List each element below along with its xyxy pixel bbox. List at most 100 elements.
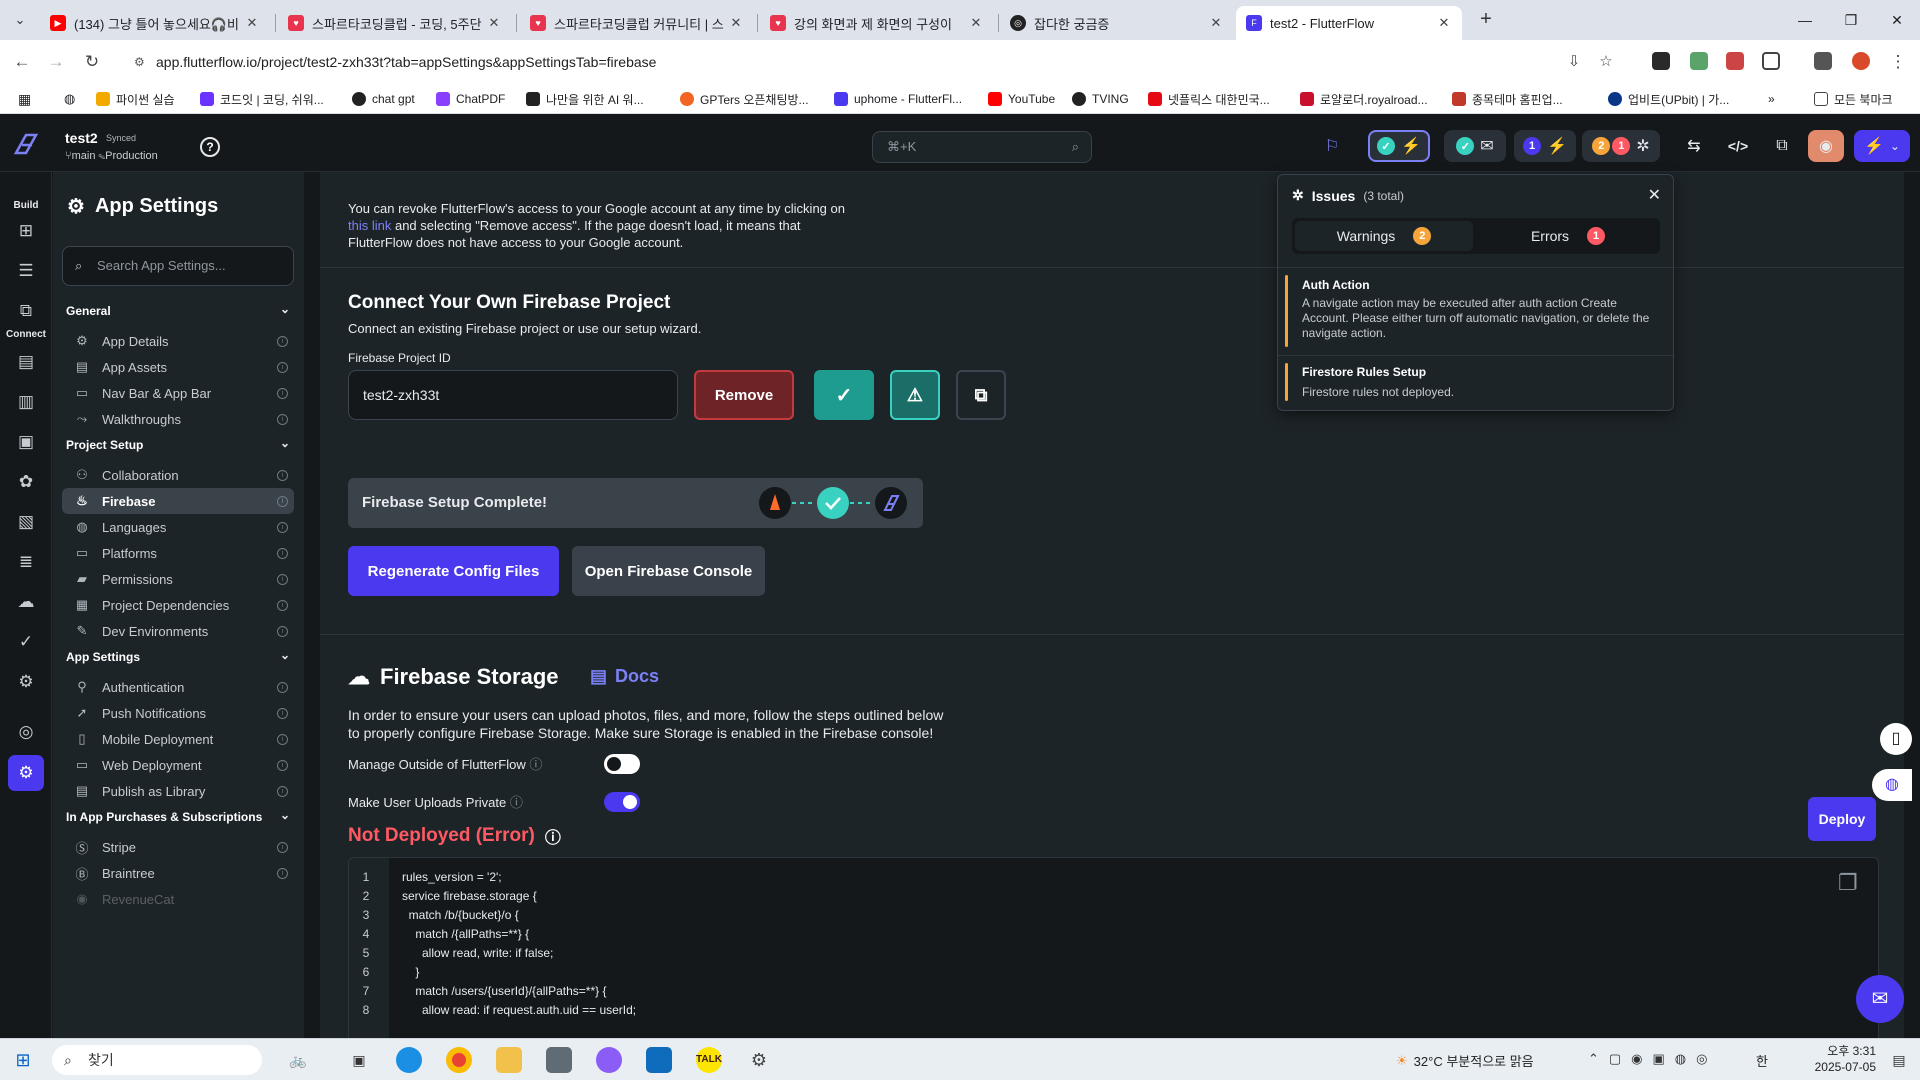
windows-start-icon[interactable]: ⊞: [10, 1047, 36, 1073]
app-state-icon[interactable]: ▣: [13, 429, 39, 455]
section-app-settings[interactable]: App Settings ⌄: [66, 648, 296, 664]
preview-eye-icon[interactable]: ◉: [1808, 130, 1844, 162]
test-icon[interactable]: ✓: [13, 629, 39, 655]
sidebar-item-authentication[interactable]: ⚲ Authentication i: [62, 674, 294, 700]
issues-button[interactable]: 2 1 ✲: [1582, 130, 1660, 162]
bookmark-item[interactable]: 업비트(UPbit) | 가...: [1608, 90, 1729, 108]
sidebar-item-mobile-deployment[interactable]: ▯ Mobile Deployment i: [62, 726, 294, 752]
copy-icon[interactable]: ❐: [1838, 870, 1864, 898]
info-icon[interactable]: i: [277, 681, 288, 693]
profile-avatar[interactable]: [1852, 52, 1870, 70]
sidebar-item-push-notifications[interactable]: ➚ Push Notifications i: [62, 700, 294, 726]
info-icon[interactable]: i: [277, 841, 288, 853]
verify-check-button[interactable]: ✓: [814, 370, 874, 420]
forward-icon[interactable]: →: [44, 50, 68, 74]
flutterflow-logo-icon[interactable]: [12, 131, 40, 157]
bookmark-item[interactable]: 종목테마 홈핀업...: [1452, 90, 1563, 108]
command-search-input[interactable]: ⌘+K ⌕: [872, 131, 1092, 163]
sidebar-item-permissions[interactable]: ▰ Permissions i: [62, 566, 294, 592]
docs-link[interactable]: ▤ Docs: [590, 666, 659, 687]
private-uploads-toggle[interactable]: [604, 792, 640, 812]
section-purchases[interactable]: In App Purchases & Subscriptions ⌄: [66, 808, 296, 824]
minimize-icon[interactable]: —: [1782, 0, 1828, 40]
info-icon[interactable]: i: [277, 785, 288, 797]
theme-icon[interactable]: ✿: [13, 469, 39, 495]
sidebar-item-nav-bar[interactable]: ▭ Nav Bar & App Bar i: [62, 380, 294, 406]
back-icon[interactable]: ←: [10, 50, 34, 74]
sidebar-item-revenuecat[interactable]: ◉ RevenueCat: [62, 886, 294, 912]
sidebar-item-app-details[interactable]: ⚙ App Details i: [62, 328, 294, 354]
info-icon[interactable]: i: [277, 867, 288, 879]
browser-tab[interactable]: ♥ 스파르타코딩클럽 - 코딩, 5주단 ✕: [278, 6, 512, 40]
bookmark-item[interactable]: chat gpt: [352, 90, 415, 108]
info-icon[interactable]: i: [277, 335, 288, 347]
tab-search-icon[interactable]: ⌄: [8, 8, 32, 32]
restore-icon[interactable]: ❐: [1828, 0, 1874, 40]
info-icon[interactable]: i: [277, 599, 288, 611]
cloud-functions-icon[interactable]: ☁: [13, 589, 39, 615]
sidebar-item-stripe[interactable]: Ⓢ Stripe i: [62, 834, 294, 860]
info-icon[interactable]: i: [277, 707, 288, 719]
sidebar-item-dev-environments[interactable]: ✎ Dev Environments i: [62, 618, 294, 644]
open-external-button[interactable]: ⧉: [956, 370, 1006, 420]
url-field[interactable]: ⚙ app.flutterflow.io/project/test2-zxh33…: [124, 46, 1613, 78]
media-assets-icon[interactable]: ▧: [13, 509, 39, 535]
ime-indicator[interactable]: 한: [1756, 1051, 1768, 1070]
setup-wizard-button[interactable]: ⚠: [890, 370, 940, 420]
close-tab-icon[interactable]: ✕: [486, 15, 502, 31]
outlook-icon[interactable]: [646, 1047, 672, 1073]
sidebar-item-collaboration[interactable]: ⚇ Collaboration i: [62, 462, 294, 488]
sidebar-item-project-dependencies[interactable]: ▦ Project Dependencies i: [62, 592, 294, 618]
clock[interactable]: 오후 3:31 2025-07-05: [1796, 1043, 1876, 1075]
close-window-icon[interactable]: ✕: [1874, 0, 1920, 40]
kakaotalk-icon[interactable]: TALK: [696, 1047, 722, 1073]
close-tab-icon[interactable]: ✕: [244, 15, 260, 31]
manage-outside-toggle[interactable]: [604, 754, 640, 774]
apps-grid-icon[interactable]: ▦: [18, 90, 31, 108]
info-icon[interactable]: i: [277, 733, 288, 745]
api-calls-icon[interactable]: ▥: [13, 389, 39, 415]
feedback-icon[interactable]: ⚐: [1316, 130, 1348, 162]
notifications-button[interactable]: 1 ⚡: [1514, 130, 1576, 162]
deploy-button[interactable]: Deploy: [1808, 797, 1876, 841]
bookmark-item[interactable]: 코드잇 | 코딩, 쉬워...: [200, 90, 324, 108]
bookmark-item[interactable]: ChatPDF: [436, 90, 505, 108]
bookmark-item[interactable]: uphome - FlutterFl...: [834, 90, 962, 108]
extension-icon[interactable]: [1726, 52, 1744, 70]
issue-item[interactable]: Auth Action A navigate action may be exe…: [1285, 275, 1668, 347]
browser-tab[interactable]: ♥ 스파르타코딩클럽 커뮤니티 | 스 ✕: [520, 6, 754, 40]
more-bookmarks-icon[interactable]: »: [1768, 90, 1775, 108]
sidebar-item-app-assets[interactable]: ▤ App Assets i: [62, 354, 294, 380]
widget-tree-icon[interactable]: ☰: [13, 258, 39, 284]
agents-icon[interactable]: ⚙: [13, 669, 39, 695]
chrome-icon[interactable]: [446, 1047, 472, 1073]
close-tab-icon[interactable]: ✕: [1208, 15, 1224, 31]
browser-tab-active[interactable]: F test2 - FlutterFlow ✕: [1236, 6, 1462, 40]
firebase-project-id-input[interactable]: test2-zxh33t: [348, 370, 678, 420]
custom-code-icon[interactable]: ≣: [13, 549, 39, 575]
close-tab-icon[interactable]: ✕: [968, 15, 984, 31]
browser-tab[interactable]: ◎ 잡다한 궁금증 ✕: [1000, 6, 1234, 40]
browser-tab[interactable]: ♥ 강의 화면과 제 화면의 구성이 ✕: [760, 6, 994, 40]
close-tab-icon[interactable]: ✕: [1436, 15, 1452, 31]
bookmark-item[interactable]: 넷플릭스 대한민국...: [1148, 90, 1270, 108]
branch-merge-icon[interactable]: ⇆: [1678, 130, 1710, 162]
section-project-setup[interactable]: Project Setup ⌄: [66, 436, 296, 452]
close-tab-icon[interactable]: ✕: [728, 15, 744, 31]
support-chat-icon[interactable]: ✉: [1856, 975, 1904, 1023]
book-guide-icon[interactable]: ▯: [1880, 723, 1912, 755]
reload-icon[interactable]: ↻: [80, 50, 104, 74]
info-icon[interactable]: i: [277, 625, 288, 637]
sidebar-item-platforms[interactable]: ▭ Platforms i: [62, 540, 294, 566]
info-icon[interactable]: i: [277, 387, 288, 399]
task-view-icon[interactable]: ▣: [346, 1047, 372, 1073]
info-icon[interactable]: ⓘ: [545, 824, 561, 848]
bookmark-globe-icon[interactable]: ◍: [64, 90, 75, 108]
taskbar-search-box[interactable]: ⌕ 찾기: [52, 1045, 262, 1075]
extensions-puzzle-icon[interactable]: [1762, 52, 1780, 70]
storage-rules-code-editor[interactable]: 1 2 3 4 5 6 7 8 rules_version = '2'; ser…: [348, 857, 1879, 1038]
sidebar-item-publish-library[interactable]: ▤ Publish as Library i: [62, 778, 294, 804]
comments-button[interactable]: ✓ ✉: [1444, 130, 1506, 162]
marketplace-icon[interactable]: ◎: [13, 719, 39, 745]
bookmark-item[interactable]: TVING: [1072, 90, 1129, 108]
